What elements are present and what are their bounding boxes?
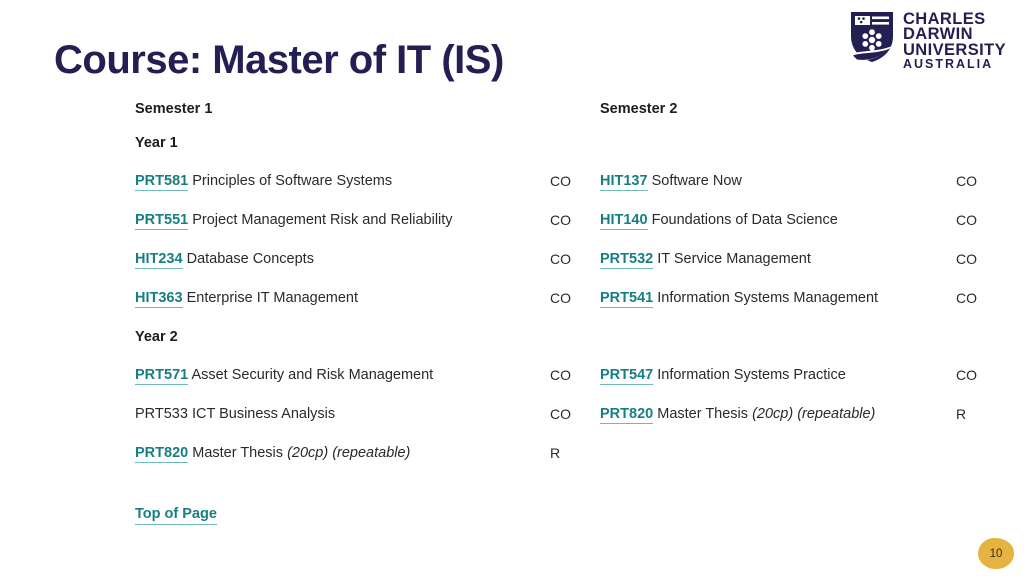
unit-name-text: Database Concepts: [186, 251, 314, 267]
unit-name-text: Master Thesis: [192, 445, 284, 461]
logo-line-australia: AUSTRALIA: [902, 57, 994, 72]
unit-name-text: Software Now: [651, 173, 742, 189]
unit-type-right: CO: [956, 251, 977, 267]
page-title: Course: Master of IT (IS): [54, 38, 504, 82]
unit-name-text: Project Management Risk and Reliability: [192, 212, 453, 228]
unit-cell-left: PRT581 Principles of Software Systems: [135, 162, 550, 201]
unit-code-link[interactable]: PRT571: [135, 367, 189, 385]
table-row: HIT234 Database Concepts CO PRT532 IT Serv…: [135, 240, 1001, 279]
unit-cell-left: HIT363 Enterprise IT Management: [135, 279, 550, 318]
unit-cell-right: [600, 434, 956, 473]
unit-type-right: CO: [956, 290, 977, 306]
unit-cell-right: HIT137 Software Now: [600, 162, 956, 201]
page-number-badge[interactable]: 10: [978, 538, 1014, 569]
unit-code-link[interactable]: HIT137: [600, 173, 648, 191]
unit-cell-left: PRT551 Project Management Risk and Relia…: [135, 201, 550, 240]
unit-cell-left: PRT533 ICT Business Analysis: [135, 395, 550, 434]
unit-cell-right: PRT541 Information Systems Management: [600, 279, 956, 318]
unit-cell-right: HIT140 Foundations of Data Science: [600, 201, 956, 240]
table-row: PRT533 ICT Business Analysis CO PRT820 Mas…: [135, 395, 1001, 434]
unit-type-left: CO: [550, 367, 571, 383]
unit-name-text: IT Service Management: [657, 251, 811, 267]
unit-code-link[interactable]: PRT551: [135, 212, 189, 230]
unit-code-link[interactable]: HIT363: [135, 290, 183, 308]
column-gap: [956, 124, 1001, 162]
unit-name-text: Master Thesis: [657, 406, 749, 422]
year-header-row: Year 2: [135, 318, 1001, 356]
table-row: PRT581 Principles of Software Systems CO H…: [135, 162, 1001, 201]
unit-cell-right: PRT532 IT Service Management: [600, 240, 956, 279]
unit-name-text: Foundations of Data Science: [651, 212, 838, 228]
column-gap: [550, 124, 595, 162]
unit-cell-right: PRT547 Information Systems Practice: [600, 356, 956, 395]
unit-type-left: CO: [550, 173, 571, 189]
top-of-page-link[interactable]: Top of Page: [135, 506, 217, 525]
unit-type-right: CO: [956, 212, 977, 228]
column-gap: [550, 318, 595, 356]
unit-code-link[interactable]: PRT820: [135, 445, 189, 463]
unit-name-text: Information Systems Practice: [657, 367, 846, 383]
year-header-row: Year 1: [135, 124, 1001, 162]
year-label: Year 2: [135, 329, 178, 345]
university-logo: CHARLES DARWIN UNIVERSITY AUSTRALIA: [848, 10, 1006, 71]
unit-code-link[interactable]: PRT547: [600, 367, 654, 385]
column-gap: [600, 318, 956, 356]
unit-code-link[interactable]: PRT820: [600, 406, 654, 424]
unit-type-left: CO: [550, 406, 571, 422]
column-gap: [600, 124, 956, 162]
unit-name-text: Asset Security and Risk Management: [191, 367, 434, 383]
unit-type-left: CO: [550, 251, 571, 267]
unit-type-right: [956, 434, 1001, 473]
unit-type-left: [550, 94, 595, 124]
unit-cell-left: HIT234 Database Concepts: [135, 240, 550, 279]
column-gap: [956, 318, 1001, 356]
cdu-shield-crest-icon: [850, 12, 893, 62]
unit-code-link[interactable]: HIT234: [135, 251, 183, 269]
table-row: PRT820 Master Thesis (20cp) (repeatable)…: [135, 434, 1001, 473]
table-row: HIT363 Enterprise IT Management CO PRT541 …: [135, 279, 1001, 318]
unit-name-text: Principles of Software Systems: [192, 173, 393, 189]
semester-1-header: Semester 1: [135, 101, 213, 117]
logo-line-university: UNIVERSITY: [902, 40, 1006, 59]
unit-type-right: CO: [956, 367, 977, 383]
unit-type-left: CO: [550, 290, 571, 306]
course-structure-table: Semester 1 Semester 2 Year 1 PRT581 Princip…: [135, 94, 1001, 473]
unit-code-link[interactable]: HIT140: [600, 212, 648, 230]
unit-name-text: Enterprise IT Management: [186, 290, 358, 306]
unit-code-link[interactable]: PRT581: [135, 173, 189, 191]
year-label: Year 1: [135, 135, 178, 151]
unit-cell-left: PRT820 Master Thesis (20cp) (repeatable): [135, 434, 550, 473]
unit-code-text: PRT533: [135, 406, 188, 422]
unit-code-link[interactable]: PRT532: [600, 251, 654, 269]
unit-name-text: ICT Business Analysis: [191, 406, 336, 422]
unit-note-text: (20cp) (repeatable): [752, 406, 876, 422]
table-row: PRT551 Project Management Risk and Relia…: [135, 201, 1001, 240]
semester-2-header: Semester 2: [600, 101, 678, 117]
unit-type-right: R: [956, 406, 967, 422]
unit-cell-right: PRT820 Master Thesis (20cp) (repeatable): [600, 395, 956, 434]
unit-type-right: CO: [956, 173, 977, 189]
unit-note-text: (20cp) (repeatable): [287, 445, 411, 461]
unit-type-left: CO: [550, 212, 571, 228]
table-row: PRT571 Asset Security and Risk Managemen…: [135, 356, 1001, 395]
unit-code-link[interactable]: PRT541: [600, 290, 654, 308]
unit-type-left: R: [550, 445, 561, 461]
unit-type-right: [956, 94, 1001, 124]
unit-name-text: Information Systems Management: [657, 290, 879, 306]
table-header-row: Semester 1 Semester 2: [135, 94, 1001, 124]
unit-cell-left: PRT571 Asset Security and Risk Managemen…: [135, 356, 550, 395]
